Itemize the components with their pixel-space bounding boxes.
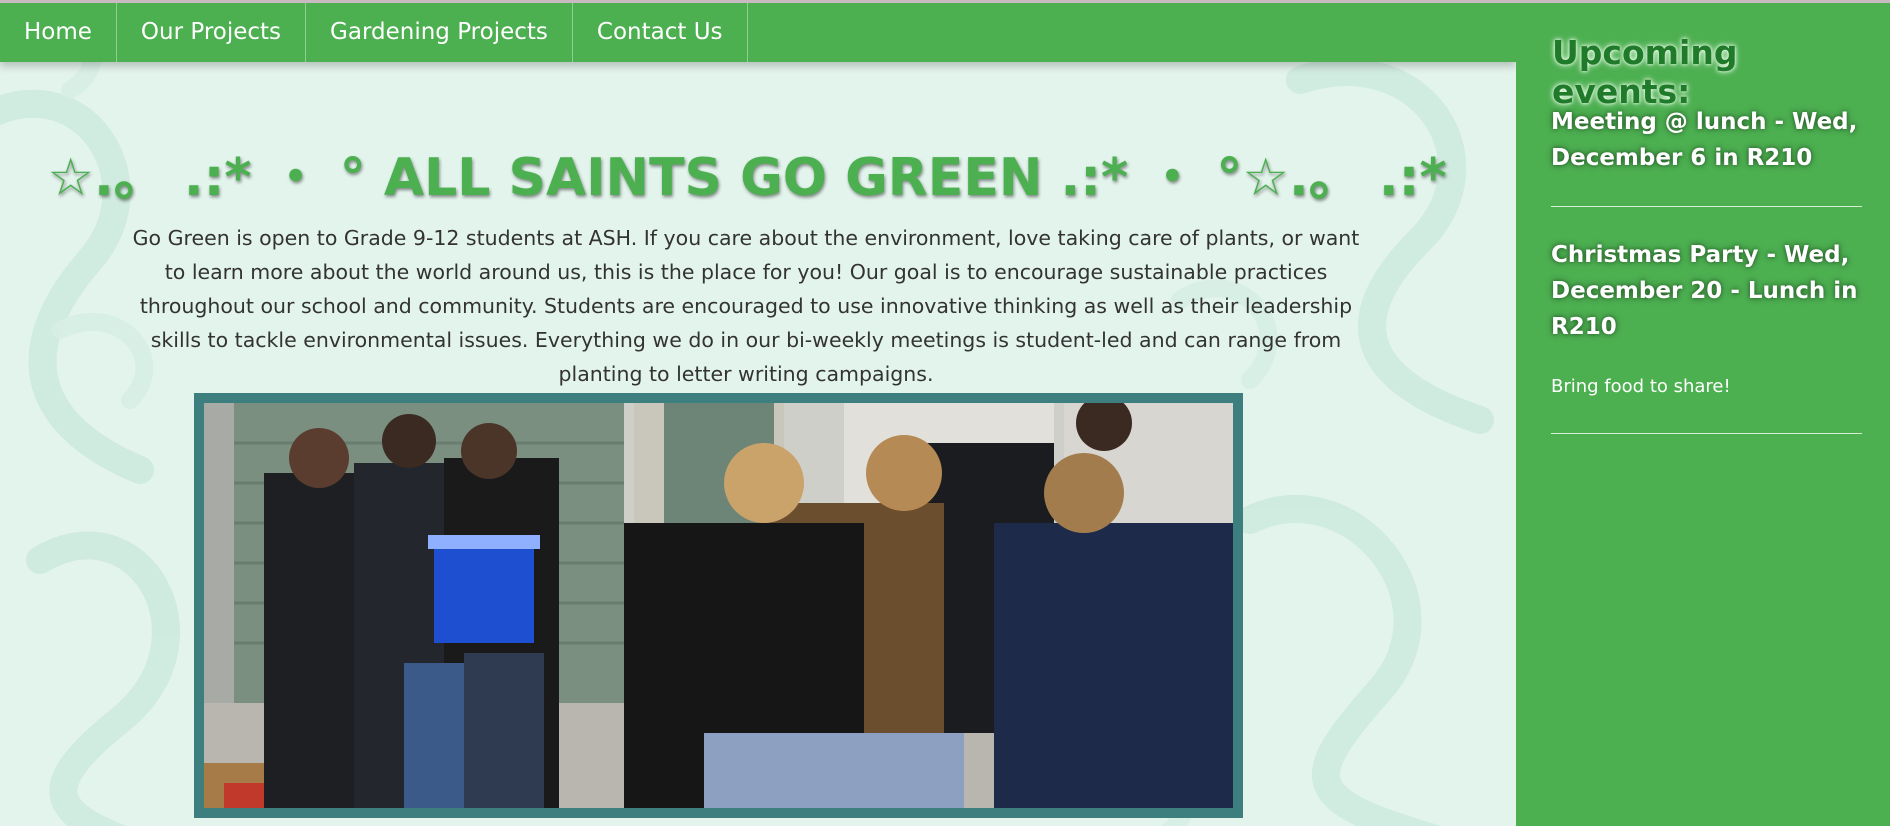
event-divider (1551, 433, 1862, 434)
nav-contact-us[interactable]: Contact Us (573, 3, 748, 62)
top-navbar: Home Our Projects Gardening Projects Con… (0, 3, 1516, 62)
event-divider (1551, 206, 1862, 207)
nav-gardening-projects[interactable]: Gardening Projects (306, 3, 573, 62)
event-meeting: Meeting @ lunch - Wed, December 6 in R21… (1551, 109, 1858, 171)
nav-our-projects[interactable]: Our Projects (117, 3, 307, 62)
nav-home[interactable]: Home (0, 3, 117, 62)
event-note: Bring food to share! (1551, 376, 1731, 397)
events-title: Upcoming events: (1552, 33, 1738, 111)
top-border (0, 0, 1890, 3)
page-title: ☆.。 .:* ・ ° ALL SAINTS GO GREEN .:* ・ °☆… (47, 147, 1447, 208)
event-christmas-party: Christmas Party - Wed, December 20 - Lun… (1551, 242, 1858, 340)
intro-paragraph: Go Green is open to Grade 9-12 students … (132, 225, 1360, 386)
events-sidebar: Upcoming events: Meeting @ lunch - Wed, … (1516, 3, 1890, 826)
group-photo (204, 403, 1233, 808)
photo-frame (194, 393, 1243, 818)
